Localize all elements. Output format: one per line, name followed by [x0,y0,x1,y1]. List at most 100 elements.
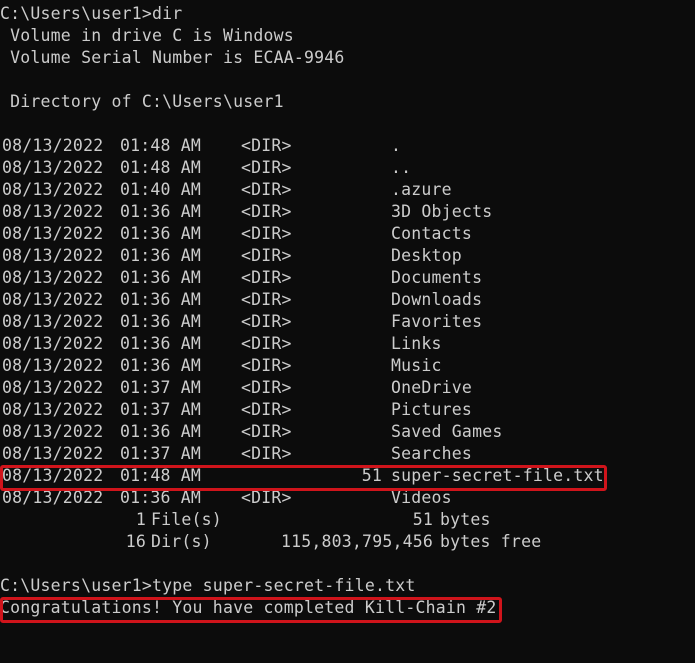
entry-name: .azure [391,180,452,199]
entry-date: 08/13/2022 [2,224,104,243]
entry-type: <DIR> [241,488,292,507]
entry-name: Videos [391,488,452,507]
summary-files: 1 File(s) 51 bytes [0,509,695,531]
entry-time: 01:36 AM [120,224,202,243]
entry-time: 01:48 AM [120,158,202,177]
entry-name: Saved Games [391,422,503,441]
entry-name: Favorites [391,312,483,331]
entry-type: <DIR> [241,202,292,221]
entry-name: Pictures [391,400,473,419]
entry-name: Documents [391,268,483,287]
summary-dirs: 16 Dir(s) 115,803,795,456 bytes free [0,531,695,553]
entry-name: Contacts [391,224,473,243]
entry-type: <DIR> [241,312,292,331]
entry-time: 01:37 AM [120,444,202,463]
volume-info: Volume in drive C is Windows [0,26,294,45]
entry-date: 08/13/2022 [2,290,104,309]
entry-name: Downloads [391,290,483,309]
entry-date: 08/13/2022 [2,400,104,419]
listing-row: 08/13/2022 01:37 AM <DIR> Pictures [0,399,695,421]
entry-name: Music [391,356,442,375]
command-line-dir: C:\Users\user1>dir [0,4,183,23]
listing-row: 08/13/2022 01:48 AM 51 super-secret-file.tx… [0,465,695,487]
entry-date: 08/13/2022 [2,444,104,463]
entry-type: <DIR> [241,224,292,243]
entry-type: <DIR> [241,246,292,265]
listing-row: 08/13/2022 01:36 AM <DIR> Music [0,355,695,377]
entry-name: . [391,136,402,155]
entry-date: 08/13/2022 [2,268,104,287]
file-bytes-unit: bytes [440,510,491,529]
listing-row: 08/13/2022 01:36 AM <DIR> Saved Games [0,421,695,443]
entry-time: 01:37 AM [120,378,202,397]
entry-time: 01:36 AM [120,290,202,309]
entry-date: 08/13/2022 [2,378,104,397]
listing-row: 08/13/2022 01:37 AM <DIR> OneDrive [0,377,695,399]
listing-row: 08/13/2022 01:36 AM <DIR> Links [0,333,695,355]
entry-time: 01:36 AM [120,312,202,331]
entry-date: 08/13/2022 [2,356,104,375]
entry-date: 08/13/2022 [2,334,104,353]
entry-time: 01:36 AM [120,488,202,507]
terminal-window[interactable]: C:\Users\user1>dir Volume in drive C is … [0,0,695,636]
entry-date: 08/13/2022 [2,312,104,331]
entry-type: <DIR> [241,180,292,199]
bytes-free-unit: bytes free [440,532,542,551]
entry-type: <DIR> [241,136,292,155]
entry-name: Links [391,334,442,353]
directory-listing: 08/13/2022 01:48 AM <DIR>. 08/13/2022 01:48 … [0,135,695,509]
entry-name: OneDrive [391,378,473,397]
volume-serial: Volume Serial Number is ECAA-9946 [0,48,345,67]
entry-time: 01:36 AM [120,246,202,265]
directory-header: Directory of C:\Users\user1 [0,92,284,111]
entry-type: <DIR> [241,356,292,375]
entry-name: 3D Objects [391,202,493,221]
listing-row: 08/13/2022 01:48 AM <DIR>.. [0,157,695,179]
listing-row: 08/13/2022 01:36 AM <DIR> 3D Objects [0,201,695,223]
entry-date: 08/13/2022 [2,488,104,507]
dir-count: 16 [125,532,146,551]
entry-name: Desktop [391,246,462,265]
command-line-type: C:\Users\user1>type super-secret-file.tx… [0,576,416,595]
entry-time: 01:36 AM [120,268,202,287]
entry-type: <DIR> [241,334,292,353]
entry-type: <DIR> [241,268,292,287]
entry-size: 51 [361,466,382,485]
dir-count-label: Dir(s) [151,532,212,551]
listing-row: 08/13/2022 01:36 AM <DIR> Contacts [0,223,695,245]
file-count-label: File(s) [151,510,222,529]
entry-time: 01:36 AM [120,422,202,441]
entry-date: 08/13/2022 [2,466,104,485]
bytes-free: 115,803,795,456 [280,532,433,551]
entry-time: 01:36 AM [120,356,202,375]
file-count: 1 [135,510,146,529]
listing-row: 08/13/2022 01:36 AM <DIR> Favorites [0,311,695,333]
entry-date: 08/13/2022 [2,136,104,155]
listing-row: 08/13/2022 01:40 AM <DIR> .azure [0,179,695,201]
entry-type: <DIR> [241,444,292,463]
entry-time: 01:48 AM [120,466,202,485]
listing-row: 08/13/2022 01:48 AM <DIR>. [0,135,695,157]
listing-row: 08/13/2022 01:36 AM <DIR> Desktop [0,245,695,267]
entry-date: 08/13/2022 [2,180,104,199]
entry-name: Searches [391,444,473,463]
listing-row: 08/13/2022 01:36 AM <DIR> Videos [0,487,695,509]
entry-name: .. [391,158,412,177]
entry-type: <DIR> [241,400,292,419]
entry-type: <DIR> [241,422,292,441]
entry-time: 01:36 AM [120,202,202,221]
listing-row: 08/13/2022 01:37 AM <DIR> Searches [0,443,695,465]
listing-row: 08/13/2022 01:36 AM <DIR> Documents [0,267,695,289]
entry-date: 08/13/2022 [2,422,104,441]
entry-time: 01:48 AM [120,136,202,155]
entry-type: <DIR> [241,158,292,177]
entry-type: <DIR> [241,290,292,309]
entry-date: 08/13/2022 [2,246,104,265]
command-output: Congratulations! You have completed Kill… [0,598,497,617]
entry-time: 01:40 AM [120,180,202,199]
entry-date: 08/13/2022 [2,158,104,177]
entry-name: super-secret-file.txt [391,466,604,485]
